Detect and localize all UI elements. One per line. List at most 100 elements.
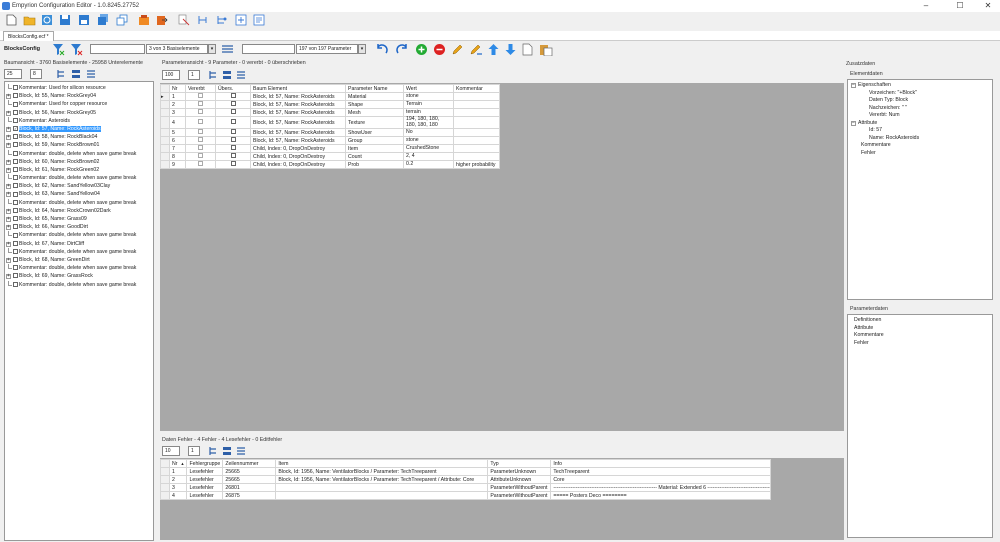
inherited-checkbox[interactable] (198, 161, 203, 166)
overwritten-checkbox-cell[interactable] (215, 136, 251, 145)
param-comment-cell[interactable] (453, 92, 500, 101)
params-table[interactable]: Nr Vererbt Übers. Baum Element Parameter Nam… (160, 84, 500, 169)
tree-checkbox[interactable] (13, 199, 18, 205)
param-name-cell[interactable]: Shape (345, 100, 404, 109)
tree-checkbox[interactable] (13, 117, 18, 123)
expand-toggle-icon[interactable]: + (6, 241, 11, 247)
help-icon[interactable] (252, 13, 266, 27)
params-column-header[interactable]: Vererbt (185, 84, 216, 93)
inherited-checkbox-cell[interactable] (185, 116, 216, 129)
params-row[interactable]: ▸ 1 Block, Id: 57, Name: RockAsteroids Mate… (160, 92, 500, 101)
param-comment-cell[interactable] (453, 128, 500, 137)
errors-list-icon[interactable] (236, 446, 246, 458)
tree-row[interactable]: + Block, Id: 67, Name: DirtCliff (5, 240, 153, 248)
param-value-cell[interactable]: 194, 180, 180, 180, 180, 180 (403, 116, 454, 129)
paste-item-icon[interactable] (539, 43, 553, 57)
move-down-icon[interactable] (504, 43, 517, 56)
tree-checkbox[interactable] (13, 232, 18, 238)
row-header[interactable] (160, 144, 170, 153)
expand-toggle-icon[interactable]: + (6, 143, 11, 149)
tree-list-icon[interactable] (86, 69, 96, 81)
edit-multiple-icon[interactable] (469, 43, 483, 56)
tree-row[interactable]: + Block, Id: 69, Name: GrassRock (5, 272, 153, 280)
expand-toggle-icon[interactable]: + (6, 167, 11, 173)
tree-checkbox[interactable] (13, 248, 18, 254)
overwritten-checkbox-cell[interactable] (215, 100, 251, 109)
clear-filter-icon[interactable] (70, 43, 83, 56)
tree-checkbox[interactable] (13, 183, 18, 189)
inherited-checkbox-cell[interactable] (185, 136, 216, 145)
tree-expand-icon[interactable] (56, 69, 66, 81)
tree-checkbox[interactable] (13, 134, 18, 140)
tree-checkbox[interactable] (13, 109, 18, 115)
param-value-cell[interactable]: 2, 4 (403, 152, 454, 161)
overwritten-checkbox-cell[interactable] (215, 128, 251, 137)
params-row[interactable]: 3 Block, Id: 57, Name: RockAsteroids Mesh t… (160, 108, 500, 117)
expand-toggle-icon[interactable]: + (6, 126, 11, 132)
params-column-header[interactable]: Parameter Name (345, 84, 404, 93)
params-row[interactable]: 2 Block, Id: 57, Name: RockAsteroids Shape… (160, 100, 500, 109)
row-header[interactable] (160, 160, 170, 169)
row-header[interactable] (160, 128, 170, 137)
row-header[interactable] (160, 108, 170, 117)
errors-row[interactable]: 2 Lesefehler 25665 Block, Id: 1956, Name: V… (160, 475, 772, 484)
save-all-icon[interactable] (96, 13, 110, 27)
row-header[interactable] (160, 467, 170, 476)
params-column-header[interactable]: Übers. (215, 84, 251, 93)
tree-row[interactable]: + Block, Id: 66, Name: GoodDirt (5, 223, 153, 231)
add-icon[interactable] (415, 43, 428, 56)
tree-row[interactable]: Kommentar: double, delete when save game… (5, 149, 153, 158)
inherited-checkbox[interactable] (198, 109, 203, 114)
errors-row[interactable]: 4 Lesefehler 26875 ParameterWithoutParent ==… (160, 491, 772, 500)
parameter-data-node[interactable]: Attribute (854, 325, 986, 333)
tree-checkbox[interactable] (13, 281, 18, 287)
tree-checkbox[interactable] (13, 191, 18, 197)
expand-toggle-icon[interactable]: + (6, 110, 11, 116)
tree-row[interactable]: + Block, Id: 65, Name: Grass09 (5, 215, 153, 223)
redo-icon[interactable] (395, 43, 409, 56)
tree-checkbox[interactable] (13, 240, 18, 246)
row-header[interactable] (160, 483, 170, 492)
tree-checkbox[interactable] (13, 257, 18, 263)
errors-depth[interactable]: 1 (188, 446, 200, 456)
undo-icon[interactable] (375, 43, 389, 56)
params-column-header[interactable]: Wert (403, 84, 454, 93)
overwritten-checkbox-cell[interactable] (215, 144, 251, 153)
maximize-button[interactable]: ☐ (950, 1, 970, 11)
params-column-header[interactable]: Kommentar (453, 84, 500, 93)
errors-column-header[interactable]: Typ (487, 459, 552, 468)
tree-page-size[interactable]: 25 (4, 69, 22, 79)
element-data-node[interactable]: Nachzeichen: " " (851, 105, 989, 113)
row-header[interactable] (160, 491, 170, 500)
param-name-cell[interactable]: Mesh (345, 108, 404, 117)
element-data-node[interactable]: Vererbt: Num (851, 112, 989, 120)
tree-checkbox[interactable] (13, 101, 18, 107)
cut-icon[interactable] (177, 13, 191, 27)
export-icon[interactable] (137, 13, 151, 27)
param-value-cell[interactable]: 0.2 (403, 160, 454, 169)
overwritten-checkbox-cell[interactable] (215, 108, 251, 117)
errors-page-size[interactable]: 10 (162, 446, 180, 456)
tree-row[interactable]: + ✓ Block, Id: 57, Name: RockAsteroids (5, 125, 153, 133)
errors-column-header[interactable]: Item (275, 459, 489, 468)
param-value-cell[interactable]: No (403, 128, 454, 137)
params-row[interactable]: 9 Child, Index: 0, DropOnDestroy Prob 0.2 hi… (160, 160, 500, 169)
inherited-checkbox[interactable] (198, 119, 203, 124)
tree-row[interactable]: Kommentar: Used for silicon resource (5, 84, 153, 92)
compare-icon[interactable] (155, 13, 169, 27)
errors-column-header[interactable]: Info (550, 459, 772, 468)
copy-item-icon[interactable] (521, 43, 534, 56)
collapse-toggle-icon[interactable]: − (851, 120, 856, 126)
expand-toggle-icon[interactable]: + (6, 208, 11, 214)
overwritten-checkbox-cell[interactable] (215, 92, 251, 101)
tree-collapse-icon[interactable] (71, 69, 81, 81)
inherited-checkbox[interactable] (198, 145, 203, 150)
expand-toggle-icon[interactable]: + (6, 184, 11, 190)
param-name-cell[interactable]: Texture (345, 116, 404, 129)
remove-icon[interactable] (433, 43, 446, 56)
params-row[interactable]: 6 Block, Id: 57, Name: RockAsteroids Group… (160, 136, 500, 145)
param-name-cell[interactable]: Count (345, 152, 404, 161)
tree-row[interactable]: Kommentar: double, delete when save game… (5, 247, 153, 256)
copy-icon[interactable] (115, 13, 129, 27)
tree-checkbox[interactable] (13, 273, 18, 279)
